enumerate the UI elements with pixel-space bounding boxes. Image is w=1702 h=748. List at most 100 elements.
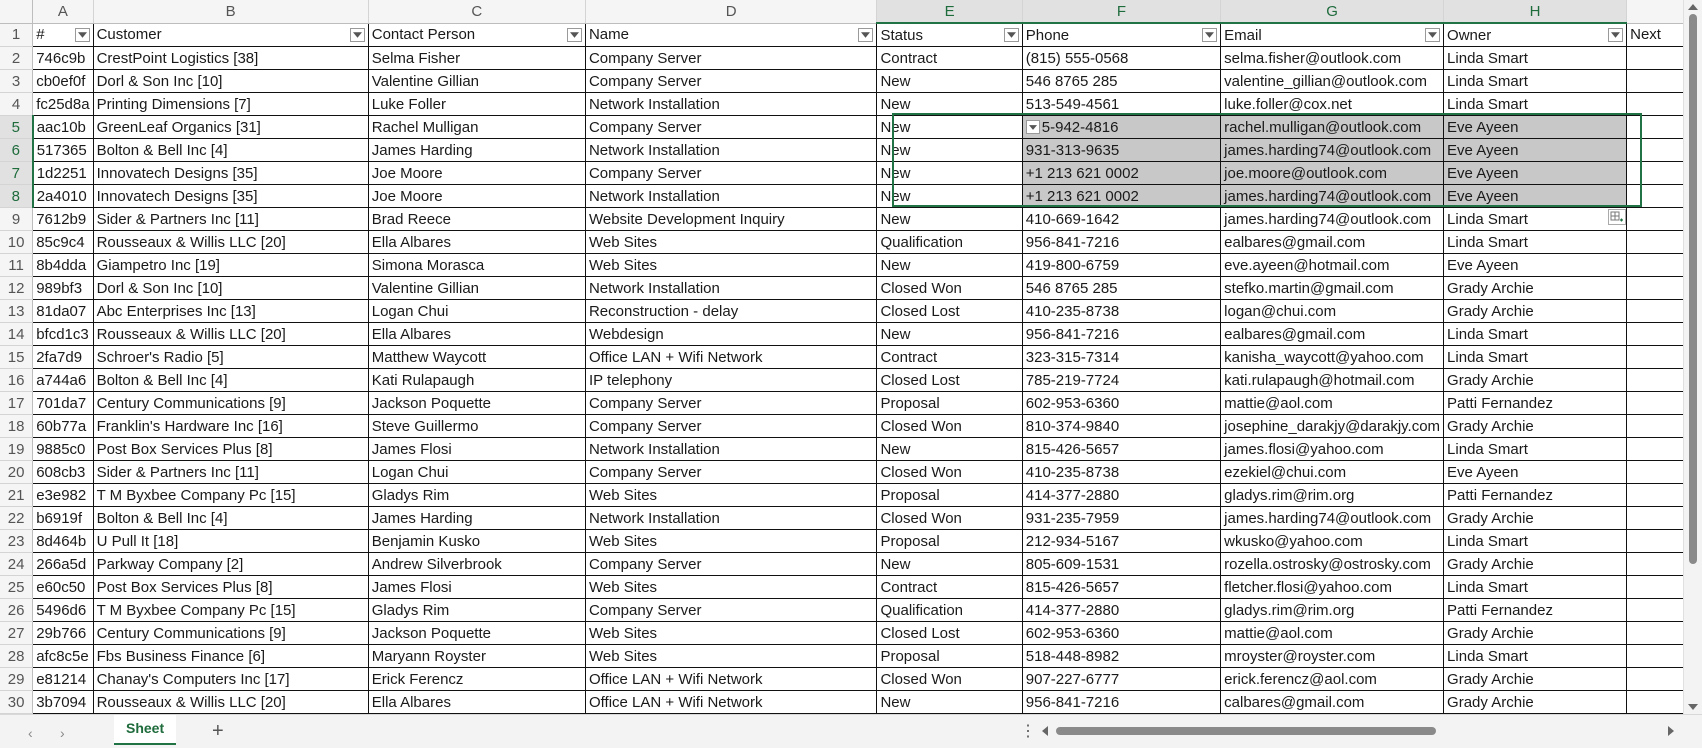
row-number[interactable]: 20 [0,460,34,484]
table-cell[interactable]: Company Server [585,460,878,484]
table-cell[interactable]: Rachel Mulligan [368,115,586,139]
row-number[interactable]: 7 [0,161,34,185]
table-cell[interactable]: james.harding74@outlook.com [1220,138,1445,162]
table-cell[interactable]: GreenLeaf Organics [31] [93,115,369,139]
column-header-G[interactable]: G [1220,0,1445,24]
table-cell[interactable] [1626,138,1684,162]
table-cell[interactable]: Linda Smart [1443,230,1628,254]
table-cell[interactable]: 608cb3 [32,460,94,484]
table-cell[interactable]: James Harding [368,506,586,530]
table-cell[interactable]: Grady Archie [1443,414,1628,438]
table-cell[interactable]: 517365 [32,138,94,162]
table-cell[interactable]: Network Installation [585,92,878,116]
prev-sheet-icon[interactable]: ‹ [28,725,33,741]
table-cell[interactable]: kati.rulapaugh@hotmail.com [1220,368,1445,392]
table-cell[interactable]: Proposal [876,529,1023,553]
table-cell[interactable]: 85c9c4 [32,230,94,254]
filter-dropdown-button[interactable] [1202,28,1218,42]
row-number[interactable]: 15 [0,345,34,369]
table-cell[interactable]: gladys.rim@rim.org [1220,598,1445,622]
row-number[interactable]: 17 [0,391,34,415]
column-header-F[interactable]: F [1022,0,1222,24]
table-cell[interactable]: 785-219-7724 [1022,368,1222,392]
table-cell[interactable]: 931-235-7959 [1022,506,1222,530]
table-cell[interactable]: Eve Ayeen [1443,138,1628,162]
table-cell[interactable]: +1 213 621 0002 [1022,184,1222,208]
table-cell[interactable]: a744a6 [32,368,94,392]
table-cell[interactable]: Reconstruction - delay [585,299,878,323]
table-header-cell[interactable]: Next [1626,23,1684,47]
table-cell[interactable] [1626,46,1684,70]
table-cell[interactable]: rozella.ostrosky@ostrosky.com [1220,552,1445,576]
table-cell[interactable]: T M Byxbee Company Pc [15] [93,598,369,622]
table-cell[interactable]: gladys.rim@rim.org [1220,483,1445,507]
horizontal-scrollbar[interactable] [1040,723,1676,739]
table-cell[interactable]: 8d464b [32,529,94,553]
table-cell[interactable]: ezekiel@chui.com [1220,460,1445,484]
table-cell[interactable] [1626,207,1684,231]
table-cell[interactable] [1626,115,1684,139]
table-cell[interactable]: Rousseaux & Willis LLC [20] [93,230,369,254]
table-cell[interactable] [1626,345,1684,369]
table-cell[interactable]: Rousseaux & Willis LLC [20] [93,690,369,714]
table-cell[interactable]: Grady Archie [1443,276,1628,300]
table-cell[interactable]: Webdesign [585,322,878,346]
table-cell[interactable]: 602-953-6360 [1022,391,1222,415]
table-cell[interactable]: Website Development Inquiry [585,207,878,231]
table-cell[interactable]: 810-374-9840 [1022,414,1222,438]
filter-dropdown-button[interactable] [1425,28,1441,42]
table-cell[interactable]: ealbares@gmail.com [1220,322,1445,346]
row-number[interactable]: 14 [0,322,34,346]
table-cell[interactable]: bfcd1c3 [32,322,94,346]
table-cell[interactable] [1626,667,1684,691]
table-cell[interactable]: fletcher.flosi@yahoo.com [1220,575,1445,599]
table-cell[interactable]: Printing Dimensions [7] [93,92,369,116]
table-cell[interactable]: 410-235-8738 [1022,460,1222,484]
row-number[interactable]: 27 [0,621,34,645]
horizontal-scroll-thumb[interactable] [1056,727,1436,735]
table-cell[interactable]: Company Server [585,552,878,576]
table-cell[interactable]: e81214 [32,667,94,691]
table-cell[interactable]: 907-227-6777 [1022,667,1222,691]
table-cell[interactable]: Bolton & Bell Inc [4] [93,138,369,162]
table-header-cell[interactable]: Email [1220,23,1445,47]
table-cell[interactable]: New [876,92,1023,116]
table-cell[interactable]: New [876,138,1023,162]
table-cell[interactable]: T M Byxbee Company Pc [15] [93,483,369,507]
table-cell[interactable]: james.harding74@outlook.com [1220,184,1445,208]
row-number[interactable]: 22 [0,506,34,530]
table-cell[interactable]: James Flosi [368,575,586,599]
table-cell[interactable]: Linda Smart [1443,69,1628,93]
table-cell[interactable]: 513-549-4561 [1022,92,1222,116]
table-cell[interactable]: Erick Ferencz [368,667,586,691]
table-cell[interactable]: Grady Archie [1443,621,1628,645]
table-cell[interactable] [1626,322,1684,346]
table-cell[interactable]: joe.moore@outlook.com [1220,161,1445,185]
table-cell[interactable] [1626,598,1684,622]
table-header-cell[interactable]: Customer [93,23,369,47]
table-cell[interactable]: Network Installation [585,276,878,300]
table-cell[interactable]: 815-426-5657 [1022,437,1222,461]
table-cell[interactable]: Office LAN + Wifi Network [585,690,878,714]
table-cell[interactable]: Post Box Services Plus [8] [93,437,369,461]
table-cell[interactable]: logan@chui.com [1220,299,1445,323]
table-cell[interactable]: Dorl & Son Inc [10] [93,69,369,93]
filter-dropdown-button[interactable] [858,27,874,42]
table-cell[interactable]: Contract [876,46,1023,70]
table-cell[interactable]: New [876,552,1023,576]
row-number[interactable]: 1 [0,23,34,47]
row-number[interactable]: 30 [0,690,34,714]
vertical-scroll-thumb[interactable] [1689,14,1697,564]
table-cell[interactable] [1626,460,1684,484]
table-cell[interactable] [1626,368,1684,392]
table-cell[interactable]: Linda Smart [1443,644,1628,668]
table-cell[interactable]: valentine_gillian@outlook.com [1220,69,1445,93]
table-cell[interactable] [1626,230,1684,254]
row-number[interactable]: 4 [0,92,34,116]
table-cell[interactable]: Logan Chui [368,460,586,484]
table-cell[interactable]: Simona Morasca [368,253,586,277]
row-number[interactable]: 24 [0,552,34,576]
row-number[interactable]: 6 [0,138,34,162]
table-cell[interactable]: Giampetro Inc [19] [93,253,369,277]
row-number[interactable]: 2 [0,46,34,70]
